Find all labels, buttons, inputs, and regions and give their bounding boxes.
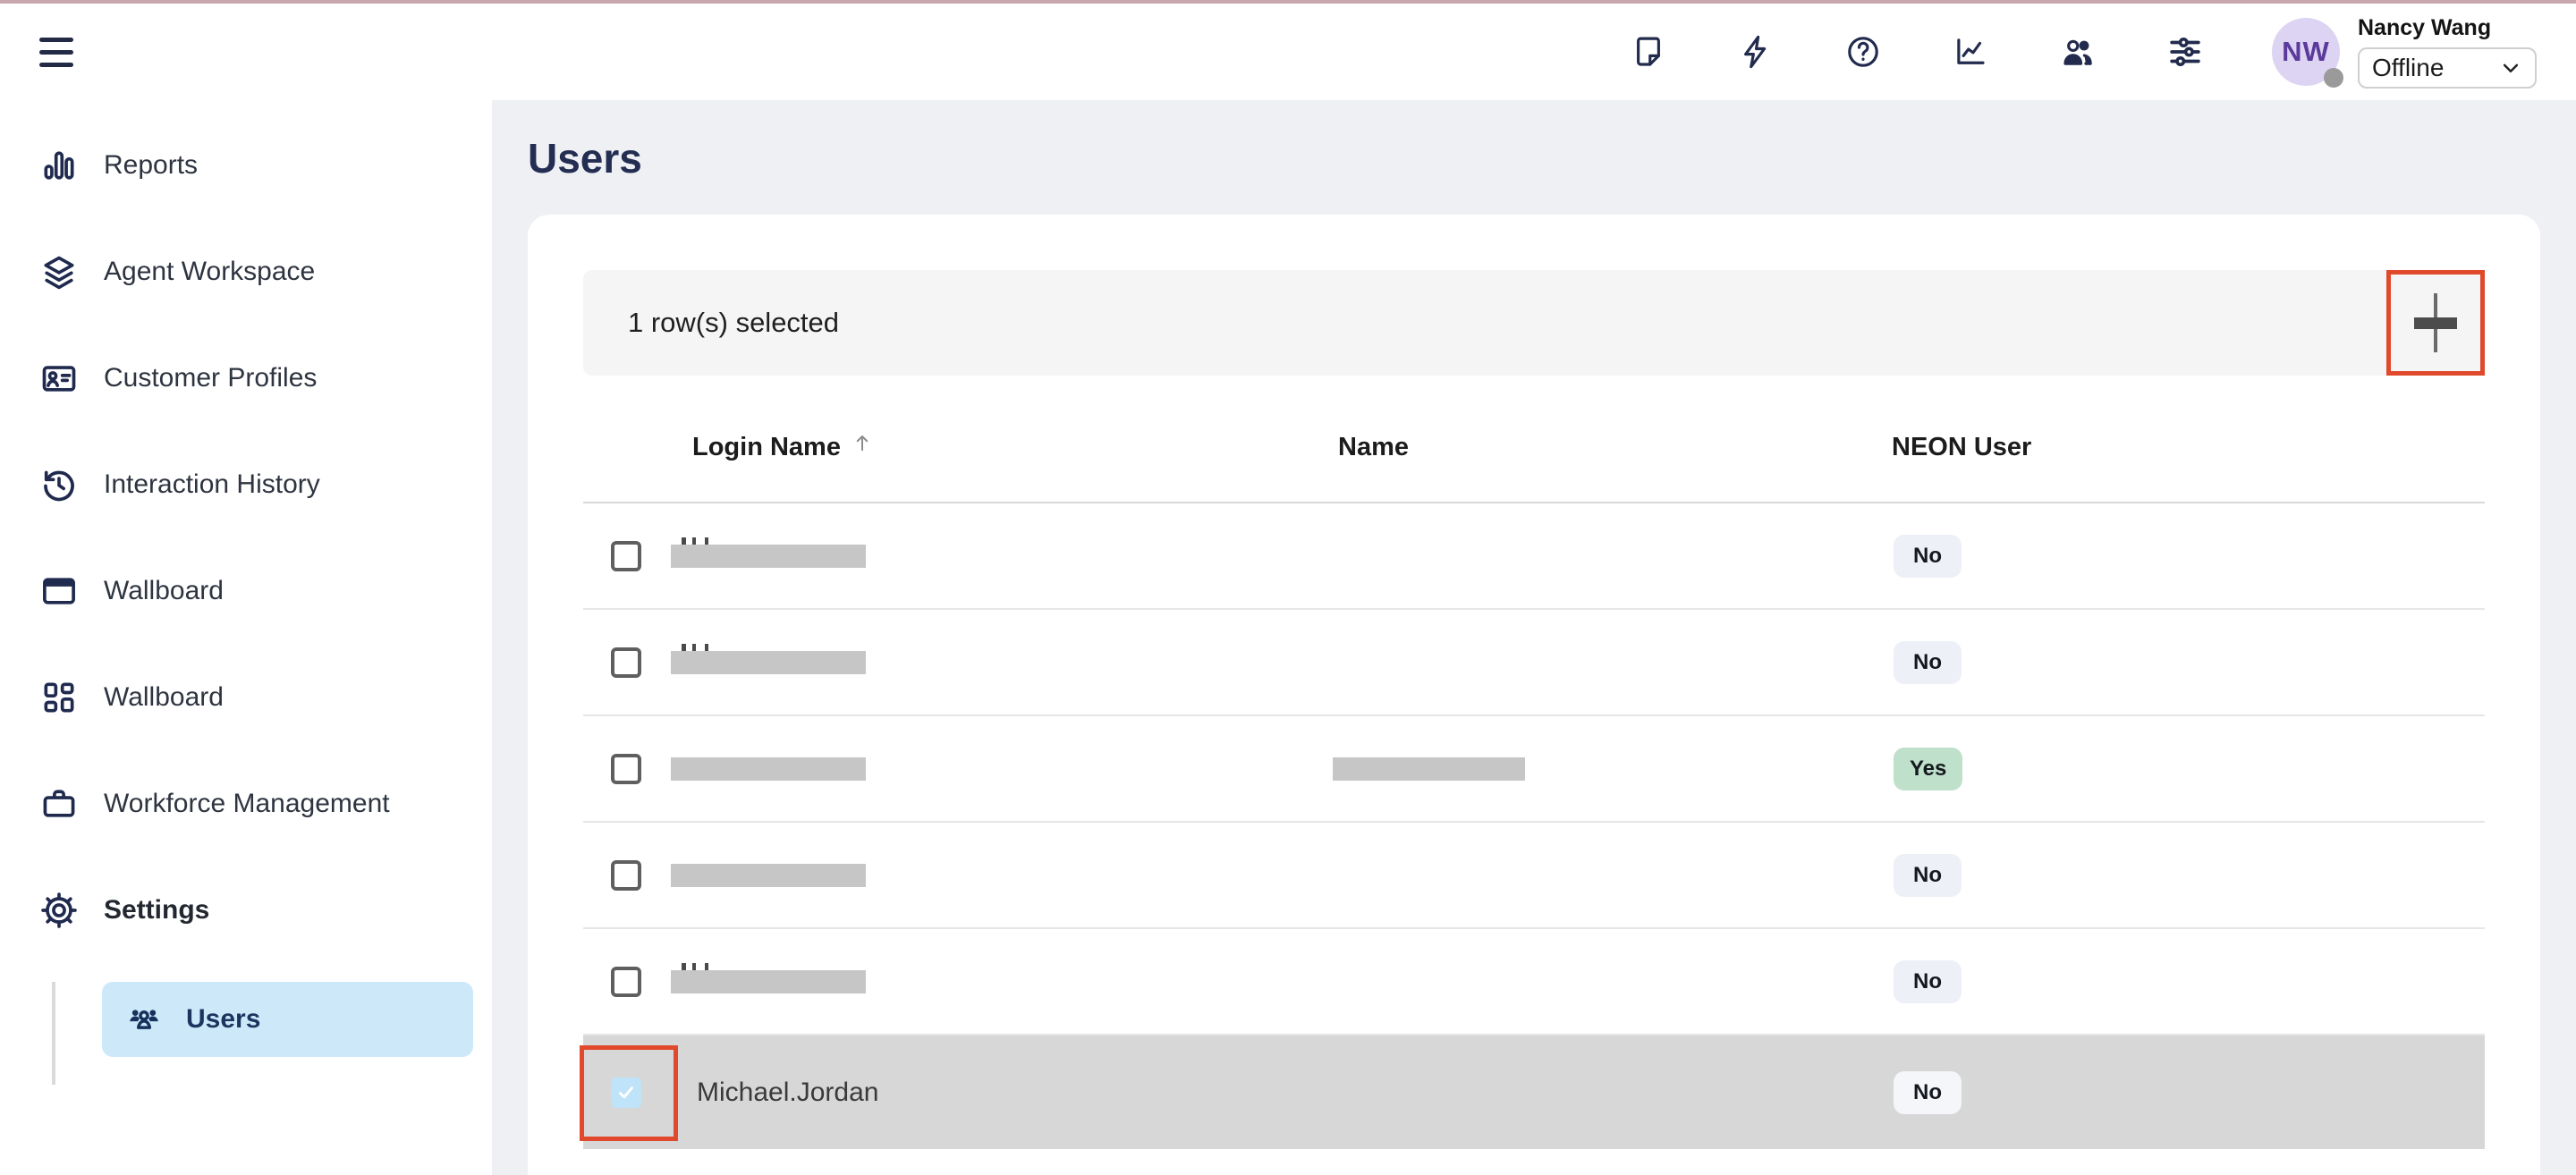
- user-block: Nancy Wang Offline: [2358, 15, 2537, 89]
- redacted-login-name: [671, 864, 866, 887]
- chevron-down-icon: [2497, 55, 2524, 81]
- history-icon: [39, 465, 79, 504]
- sidebar-item-wallboard-2[interactable]: Wallboard: [0, 644, 492, 750]
- check-icon: [614, 1081, 638, 1104]
- note-icon[interactable]: [1630, 33, 1667, 71]
- sidebar-item-label: Interaction History: [104, 469, 320, 500]
- table-row[interactable]: No: [583, 610, 2485, 716]
- dashboard-icon: [39, 678, 79, 717]
- add-user-button[interactable]: [2386, 270, 2485, 376]
- login-name-cell: Michael.Jordan: [671, 1078, 878, 1107]
- redacted-login-name: [671, 651, 866, 674]
- sliders-icon[interactable]: [2166, 33, 2204, 71]
- column-header-login-name[interactable]: Login Name: [671, 433, 1333, 462]
- contacts-icon[interactable]: [2059, 33, 2097, 71]
- sidebar-item-users[interactable]: Users: [102, 982, 473, 1057]
- user-name: Nancy Wang: [2358, 15, 2537, 41]
- table-row[interactable]: No: [583, 929, 2485, 1036]
- sidebar-item-workforce-management[interactable]: Workforce Management: [0, 750, 492, 857]
- neon-user-badge: No: [1894, 641, 1962, 684]
- hamburger-icon[interactable]: [39, 38, 73, 67]
- sidebar-item-label: Settings: [104, 895, 209, 926]
- app-header: NW Nancy Wang Offline: [0, 4, 2576, 100]
- neon-user-badge: No: [1894, 1071, 1962, 1114]
- table-row[interactable]: No: [583, 823, 2485, 929]
- analytics-icon[interactable]: [1952, 33, 1989, 71]
- row-checkbox[interactable]: [611, 860, 641, 891]
- status-select-value: Offline: [2372, 54, 2444, 82]
- sidebar-item-label: Wallboard: [104, 576, 224, 606]
- neon-user-badge: No: [1894, 535, 1962, 578]
- row-checkbox[interactable]: [611, 541, 641, 571]
- sidebar-item-wallboard-1[interactable]: Wallboard: [0, 537, 492, 644]
- help-icon[interactable]: [1844, 33, 1882, 71]
- avatar[interactable]: NW: [2272, 18, 2340, 86]
- sidebar-item-label: Agent Workspace: [104, 257, 315, 287]
- redacted-login-name: [671, 757, 866, 781]
- neon-user-badge: Yes: [1894, 748, 1962, 790]
- row-checkbox[interactable]: [611, 754, 641, 784]
- redacted-name: [1333, 757, 1525, 781]
- column-header-name[interactable]: Name: [1333, 433, 1892, 462]
- layers-icon: [39, 252, 79, 292]
- sidebar-item-settings[interactable]: Settings: [0, 857, 492, 963]
- presence-dot: [2324, 68, 2343, 88]
- neon-user-badge: No: [1894, 854, 1962, 897]
- sort-asc-icon: [850, 430, 875, 455]
- users-card: 1 row(s) selected Login Name Name NEON U…: [528, 215, 2540, 1175]
- briefcase-icon: [39, 784, 79, 824]
- neon-user-badge: No: [1894, 960, 1962, 1003]
- sidebar-item-label: Workforce Management: [104, 789, 390, 819]
- main-content: Users 1 row(s) selected Login Name Name …: [492, 100, 2576, 1175]
- sidebar-item-label: Customer Profiles: [104, 363, 317, 393]
- header-icon-bar: [1630, 33, 2204, 71]
- sidebar-item-interaction-history[interactable]: Interaction History: [0, 431, 492, 537]
- row-checkbox[interactable]: [611, 967, 641, 997]
- sidebar-item-label: Reports: [104, 150, 198, 181]
- status-select[interactable]: Offline: [2358, 47, 2537, 89]
- table-row-selected[interactable]: Michael.Jordan No: [583, 1036, 2485, 1149]
- bolt-icon[interactable]: [1737, 33, 1775, 71]
- sidebar-item-label: Wallboard: [104, 682, 224, 713]
- redacted-login-name: [671, 970, 866, 993]
- row-checkbox-checked[interactable]: [611, 1078, 641, 1108]
- sidebar-item-reports[interactable]: Reports: [0, 112, 492, 218]
- gear-icon: [39, 891, 79, 930]
- sidebar: Reports Agent Workspace Customer Profile…: [0, 100, 492, 1175]
- window-icon: [39, 571, 79, 611]
- table-row[interactable]: Yes: [583, 716, 2485, 823]
- sidebar-item-agent-workspace[interactable]: Agent Workspace: [0, 218, 492, 325]
- table-row[interactable]: No: [583, 503, 2485, 610]
- id-card-icon: [39, 359, 79, 398]
- selection-toolbar: 1 row(s) selected: [583, 270, 2485, 376]
- redacted-login-name: [671, 545, 866, 568]
- settings-subnav: Users: [0, 982, 492, 1057]
- table-header-row: Login Name Name NEON User: [583, 376, 2485, 503]
- page-title: Users: [528, 132, 2576, 184]
- row-checkbox[interactable]: [611, 647, 641, 678]
- subnav-indent-line: [52, 982, 55, 1085]
- sidebar-item-label: Users: [186, 1004, 260, 1035]
- column-header-neon-user[interactable]: NEON User: [1892, 433, 2485, 462]
- selection-count-text: 1 row(s) selected: [628, 307, 839, 339]
- sidebar-item-customer-profiles[interactable]: Customer Profiles: [0, 325, 492, 431]
- plus-icon: [2414, 293, 2457, 352]
- bar-chart-icon: [39, 146, 79, 185]
- users-group-icon: [125, 1001, 163, 1038]
